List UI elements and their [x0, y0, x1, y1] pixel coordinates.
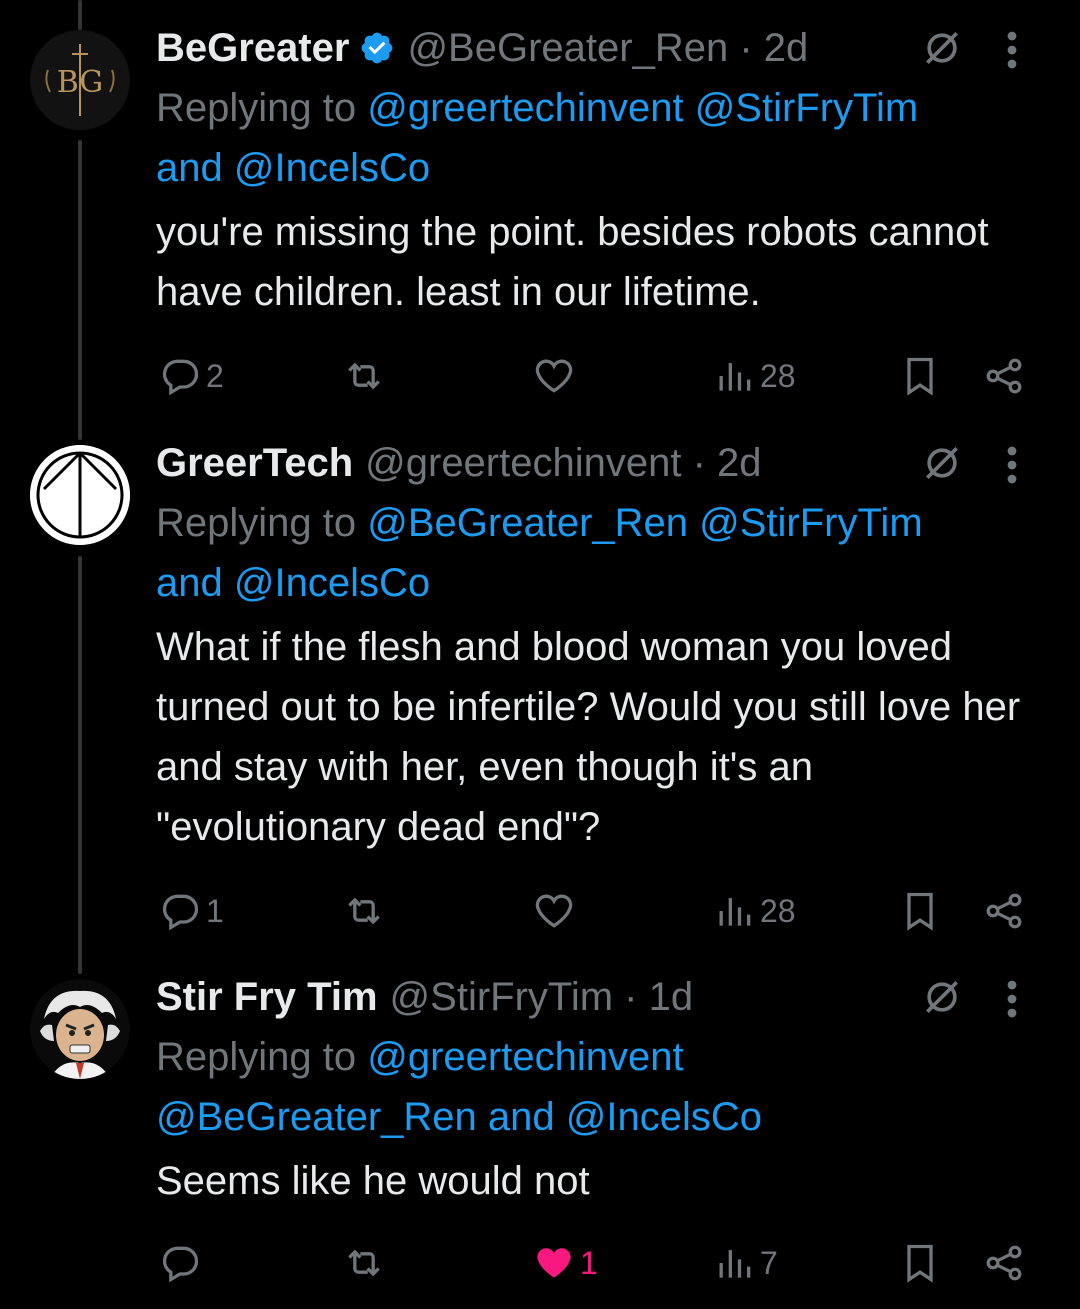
handle-and-time[interactable]: @greertechinvent · 2d [365, 441, 761, 486]
retweet-icon [348, 362, 380, 390]
action-bar: 2 28 [156, 352, 1036, 400]
reply-icon [162, 359, 199, 396]
reply-button[interactable] [158, 1239, 202, 1287]
replying-to: Replying to @BeGreater_Ren @StirFryTim a… [156, 493, 1050, 613]
mention-link[interactable]: @greertechinvent [367, 1035, 683, 1079]
display-name[interactable]: Stir Fry Tim [156, 975, 378, 1020]
views-button[interactable]: 28 [712, 352, 796, 400]
share-icon [986, 1245, 1022, 1281]
tweet-text: What if the flesh and blood woman you lo… [156, 625, 1021, 849]
share-button[interactable] [982, 887, 1026, 935]
view-count: 7 [760, 1244, 778, 1281]
and-text: and [156, 146, 223, 190]
replying-to: Replying to @greertechinvent @BeGreater_… [156, 1027, 1050, 1147]
views-icon [719, 898, 751, 926]
reply-button[interactable]: 1 [158, 887, 224, 935]
like-button[interactable] [532, 352, 576, 400]
view-count: 28 [760, 892, 796, 929]
views-button[interactable]: 28 [712, 887, 796, 935]
reply-icon [162, 894, 199, 931]
reply-count: 2 [206, 357, 224, 394]
bookmark-button[interactable] [898, 887, 942, 935]
retweet-icon [348, 1249, 380, 1277]
reply-icon [162, 1246, 199, 1283]
retweet-button[interactable] [342, 1239, 386, 1287]
avatar[interactable] [30, 445, 130, 545]
retweet-icon [348, 897, 380, 925]
retweet-button[interactable] [342, 352, 386, 400]
bookmark-icon [907, 892, 933, 931]
mention-link[interactable]: @greertechinvent @StirFryTim [367, 86, 918, 130]
like-icon [537, 1248, 571, 1278]
more-icon[interactable] [1006, 445, 1018, 485]
more-icon[interactable] [1006, 979, 1018, 1019]
reply-count: 1 [206, 892, 224, 929]
retweet-button[interactable] [342, 887, 386, 935]
like-button[interactable] [532, 887, 576, 935]
views-button[interactable]: 7 [712, 1239, 778, 1287]
share-button[interactable] [982, 1239, 1026, 1287]
greertech-logo [30, 445, 130, 545]
grok-icon[interactable] [920, 26, 964, 70]
views-icon [719, 363, 751, 391]
like-count: 1 [580, 1244, 598, 1281]
share-button[interactable] [982, 352, 1026, 400]
handle-and-time[interactable]: @BeGreater_Ren · 2d [407, 26, 808, 71]
mention-link[interactable]: @BeGreater_Ren [156, 1095, 477, 1139]
bookmark-button[interactable] [898, 1239, 942, 1287]
bookmark-icon [907, 357, 933, 396]
tweet[interactable]: BG BeGreater @BeGreater_Ren · 2d Replyin… [0, 18, 1080, 418]
handle-and-time[interactable]: @StirFryTim · 1d [390, 975, 694, 1020]
verified-badge-icon [362, 32, 393, 64]
begreater-logo: BG [30, 30, 130, 130]
like-icon [535, 359, 573, 393]
view-count: 28 [760, 357, 796, 394]
display-name[interactable]: GreerTech [156, 441, 353, 486]
bookmark-button[interactable] [898, 352, 942, 400]
share-icon [986, 358, 1022, 394]
avatar[interactable]: BG [30, 30, 130, 130]
grok-icon[interactable] [920, 441, 964, 485]
reply-button[interactable]: 2 [158, 352, 224, 400]
like-button[interactable]: 1 [532, 1239, 598, 1287]
mention-link[interactable]: @IncelsCo [234, 146, 430, 190]
replying-prefix: Replying to [156, 86, 357, 130]
action-bar: 1 28 [156, 887, 1036, 935]
more-icon[interactable] [1006, 30, 1018, 70]
and-text: and [156, 561, 223, 605]
bookmark-icon [907, 1244, 933, 1283]
mention-link[interactable]: @IncelsCo [234, 561, 430, 605]
share-icon [986, 893, 1022, 929]
grok-icon[interactable] [920, 975, 964, 1019]
views-icon [719, 1250, 751, 1278]
tweet-text: Seems like he would not [156, 1159, 590, 1203]
replying-to: Replying to @greertechinvent @StirFryTim… [156, 78, 1050, 198]
like-icon [535, 894, 573, 928]
mention-link[interactable]: @IncelsCo [566, 1095, 762, 1139]
tweet[interactable]: GreerTech @greertechinvent · 2d Replying… [0, 433, 1080, 933]
action-bar: 1 7 [156, 1239, 1036, 1287]
avatar-monogram: BG [57, 65, 104, 100]
and-text: and [487, 1095, 555, 1139]
stirfrytim-avatar [30, 979, 130, 1079]
replying-prefix: Replying to [156, 1035, 357, 1079]
replying-prefix: Replying to [156, 501, 357, 545]
avatar[interactable] [30, 979, 130, 1079]
display-name[interactable]: BeGreater [156, 26, 349, 71]
tweet[interactable]: Stir Fry Tim @StirFryTim · 1d Replying t… [0, 967, 1080, 1297]
mention-link[interactable]: @BeGreater_Ren @StirFryTim [367, 501, 922, 545]
tweet-text: you're missing the point. besides robots… [156, 210, 989, 314]
